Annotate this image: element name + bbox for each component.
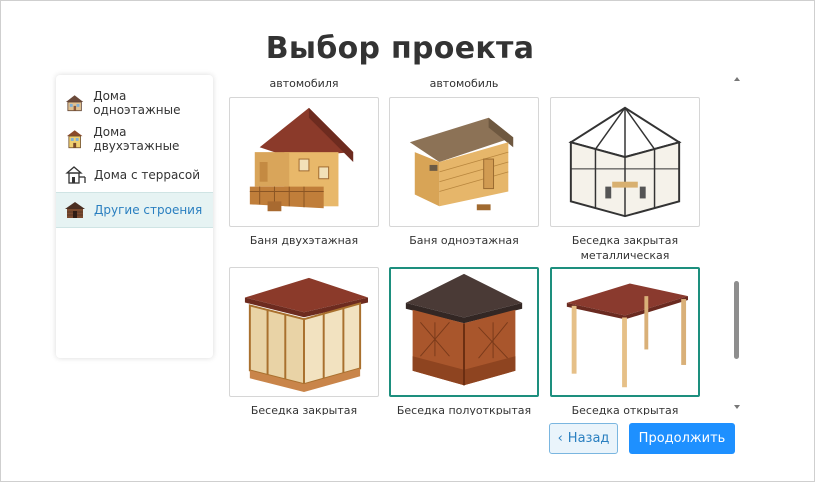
bathhouse-two-story-image [249,107,354,212]
card-caption: Беседка полуоткрытая [396,404,532,415]
continue-button[interactable]: Продолжить [629,423,735,454]
card-caption: автомобиль [429,77,499,90]
page-title: Выбор проекта [265,31,535,66]
sidebar-item-terrace-houses[interactable]: Дома с террасой [56,157,213,193]
chevron-left-icon: ‹ [557,431,563,446]
sidebar-item-label: Дома с террасой [94,168,201,182]
sidebar-item-label: Другие строения [94,203,203,217]
card-caption: Баня двухэтажная [249,234,359,247]
project-card-gazebo-closed[interactable] [229,267,379,397]
gazebo-semi-open-image [405,273,523,386]
project-card-gazebo-closed-metal[interactable] [550,97,700,227]
sidebar-item-label: Дома одноэтажные [93,89,181,117]
project-card-bathhouse-two-story[interactable] [229,97,379,227]
app-window: Выбор проекта Дома одноэтажные Дома двух… [0,0,815,482]
sidebar-item-other-buildings[interactable]: Другие строения [56,192,213,228]
project-grid: автомобиля автомобиль Баня двухэтажная Б… [223,75,743,415]
continue-button-label: Продолжить [638,431,726,446]
terrace-house-icon [65,166,86,184]
card-caption: Беседка открытая [571,404,679,415]
back-button[interactable]: ‹ Назад [549,423,618,454]
project-card-bathhouse-one-story[interactable] [389,97,539,227]
sidebar-item-one-story-houses[interactable]: Дома одноэтажные [56,85,213,121]
two-story-house-icon [66,130,83,149]
gazebo-open-image [566,283,688,388]
project-card-gazebo-open[interactable] [550,267,700,397]
card-caption: автомобиля [269,77,339,90]
back-button-label: Назад [567,431,610,446]
scroll-up-arrow-icon[interactable] [734,77,740,81]
card-caption: Беседка закрытая [250,404,358,415]
project-card-gazebo-semi-open[interactable] [389,267,539,397]
gazebo-closed-image [244,277,368,393]
sidebar-item-label: Дома двухэтажные [93,125,180,153]
scroll-down-arrow-icon[interactable] [734,405,740,409]
other-building-icon [65,202,85,218]
sidebar-item-two-story-houses[interactable]: Дома двухэтажные [56,121,213,157]
gazebo-closed-metal-image [568,106,682,218]
one-story-house-icon [65,95,84,112]
grid-scrollbar[interactable] [731,75,743,415]
bathhouse-one-story-image [409,117,514,211]
card-caption: Беседка закрытая металлическая [571,234,679,262]
category-sidebar: Дома одноэтажные Дома двухэтажные Дома с… [56,75,213,358]
scrollbar-thumb[interactable] [734,281,739,359]
card-caption: Баня одноэтажная [409,234,519,247]
